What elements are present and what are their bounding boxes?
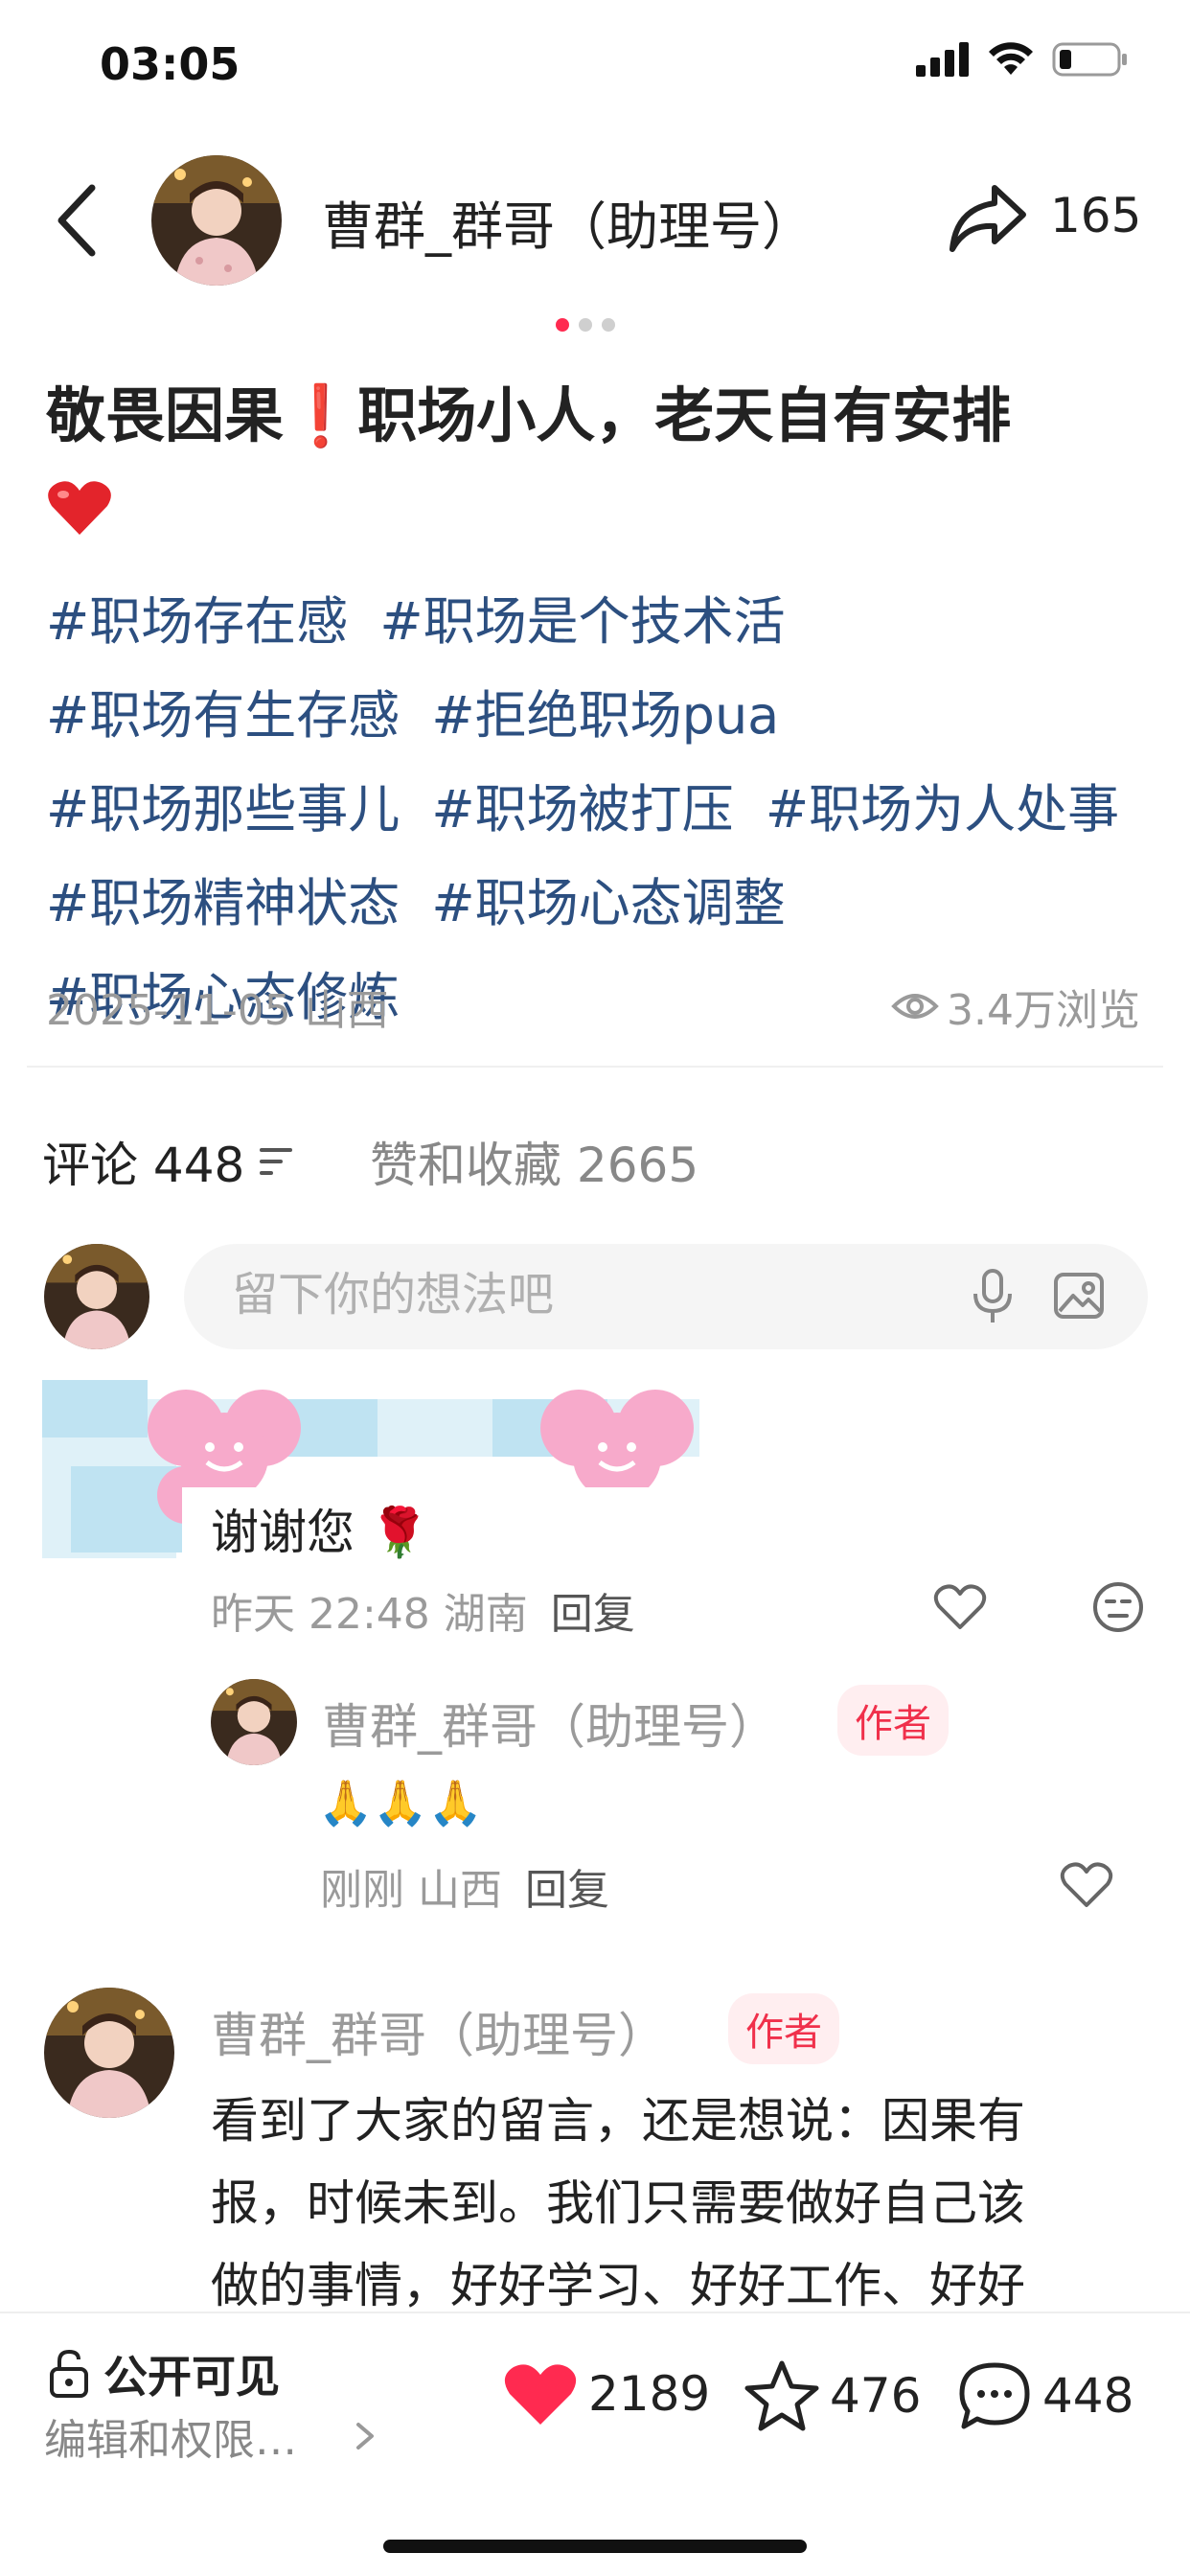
dislike-face-icon[interactable]	[1092, 1581, 1144, 1633]
author-avatar[interactable]	[151, 155, 282, 286]
share-button[interactable]	[945, 180, 1029, 257]
carousel-dot	[602, 318, 615, 332]
account-name[interactable]: 曹群_群哥（助理号）	[322, 184, 813, 260]
wifi-icon	[989, 42, 1033, 75]
heart-filled-icon	[504, 2364, 577, 2425]
hashtag[interactable]: #职场被打压	[431, 779, 733, 840]
tab-comments-label: 评论 448	[42, 1138, 245, 1193]
share-icon	[950, 185, 1026, 252]
like-button[interactable]: 2189	[502, 2359, 710, 2428]
hashtag[interactable]: #职场那些事儿	[46, 779, 400, 840]
comment-body: 看到了大家的留言，还是想说：因果有 报，时候未到。我们只需要做好自己该 做的事情…	[211, 2080, 1025, 2327]
favorite-count: 476	[830, 2368, 922, 2424]
hashtag-list: #职场存在感 #职场是个技术活 #职场有生存感 #拒绝职场pua #职场那些事儿…	[46, 575, 1148, 1045]
comment-input[interactable]	[232, 1268, 903, 1322]
hashtag[interactable]: #拒绝职场pua	[431, 685, 779, 746]
heart-outline-icon[interactable]	[1060, 1861, 1113, 1909]
back-button[interactable]	[50, 182, 107, 259]
comment-text: 谢谢您 🌹	[211, 1505, 430, 1560]
title-part1: 敬畏因果	[46, 380, 285, 450]
status-icons	[916, 40, 1129, 79]
heart-outline-icon[interactable]	[933, 1583, 987, 1631]
post-date-location: 2025-11-05 山西	[46, 986, 389, 1035]
hashtag[interactable]: #职场是个技术活	[379, 591, 785, 652]
home-indicator	[383, 2540, 807, 2553]
comment-line: 报，时候未到。我们只需要做好自己该	[211, 2175, 1025, 2231]
comment-line: 看到了大家的留言，还是想说：因果有	[211, 2093, 1025, 2149]
divider	[27, 1066, 1163, 1068]
carousel-dot-active	[556, 318, 569, 332]
eye-icon	[891, 994, 939, 1019]
hashtag[interactable]: #职场存在感	[46, 591, 348, 652]
battery-icon	[1052, 42, 1127, 77]
like-count: 2189	[588, 2366, 711, 2422]
tab-comments[interactable]: 评论 448	[42, 1127, 296, 1196]
hashtag[interactable]: #职场有生存感	[46, 685, 400, 746]
status-time: 03:05	[100, 38, 240, 90]
reply-button[interactable]: 回复	[525, 1855, 609, 1917]
reply-text: 🙏🙏🙏	[318, 1777, 483, 1828]
star-icon	[744, 2360, 819, 2431]
author-reply-avatar[interactable]	[211, 1679, 297, 1765]
comment-bubble-icon	[959, 2362, 1030, 2429]
chevron-left-icon	[57, 184, 96, 257]
reply-meta: 刚刚 山西 回复	[320, 1855, 609, 1917]
tab-likes-favorites[interactable]: 赞和收藏 2665	[370, 1127, 698, 1196]
chevron-right-icon	[356, 2423, 374, 2450]
edit-permissions-label: 编辑和权限…	[44, 2416, 297, 2465]
sort-icon[interactable]	[258, 1144, 296, 1179]
comment-time-location: 昨天 22:48 湖南	[211, 1590, 528, 1639]
reply-author-name[interactable]: 曹群_群哥（助理号）	[322, 1689, 777, 1758]
hashtag[interactable]: #职场精神状态	[46, 873, 400, 933]
hashtag[interactable]: #职场心态调整	[431, 873, 785, 933]
my-avatar	[44, 1244, 149, 1349]
reply-button[interactable]: 回复	[551, 1579, 635, 1641]
hashtag[interactable]: #职场为人处事	[766, 779, 1119, 840]
red-heart-icon	[48, 481, 111, 535]
image-icon[interactable]	[1052, 1269, 1106, 1322]
commenter-avatar[interactable]	[44, 1988, 174, 2118]
reply-time-location: 刚刚 山西	[320, 1866, 502, 1915]
author-badge: 作者	[837, 1685, 949, 1756]
exclamation-icon: ❗	[284, 380, 358, 450]
comment-button[interactable]: 448	[956, 2359, 1133, 2432]
unlock-icon	[50, 2350, 88, 2398]
visibility-label: 公开可见	[103, 2351, 280, 2403]
view-count: 3.4万浏览	[891, 976, 1140, 1037]
author-badge: 作者	[728, 1993, 839, 2064]
comment-author-name[interactable]: 曹群_群哥（助理号）	[211, 1997, 666, 2066]
comment-meta: 昨天 22:48 湖南 回复	[211, 1579, 635, 1641]
view-count-text: 3.4万浏览	[947, 986, 1140, 1035]
title-part2: 职场小人，老天自有安排	[357, 380, 1012, 450]
microphone-icon[interactable]	[972, 1269, 1014, 1324]
carousel-dot	[579, 318, 592, 332]
post-title: 敬畏因果❗职场小人，老天自有安排	[46, 372, 1148, 548]
share-count: 165	[1050, 188, 1142, 243]
comment-input-box[interactable]	[184, 1244, 1148, 1349]
favorite-button[interactable]: 476	[744, 2359, 921, 2432]
comment-count: 448	[1042, 2368, 1134, 2424]
edit-permissions-link[interactable]: 编辑和权限…	[44, 2405, 378, 2467]
visibility-setting[interactable]: 公开可见	[48, 2342, 280, 2405]
bottom-action-bar: 公开可见 编辑和权限… 2189 476 448	[0, 2312, 1190, 2576]
carousel-indicator	[556, 318, 615, 332]
signal-icon	[916, 42, 969, 77]
